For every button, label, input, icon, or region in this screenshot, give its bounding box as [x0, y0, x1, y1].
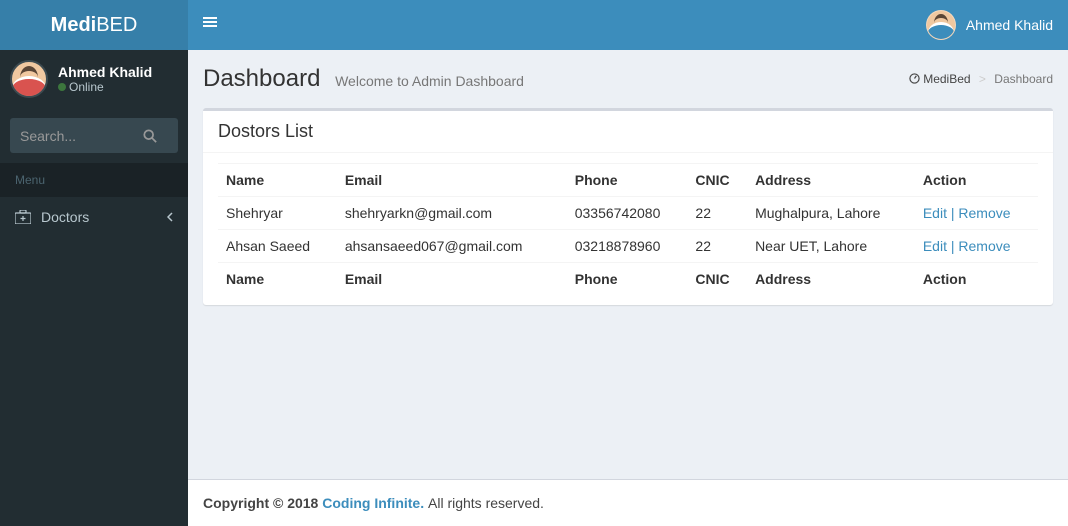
remove-link[interactable]: Remove: [958, 205, 1010, 221]
cell-phone: 03218878960: [567, 230, 688, 263]
tf-name: Name: [218, 263, 337, 296]
dashboard-icon: [909, 73, 920, 84]
footer: Copyright © 2018 Coding Infinite. All ri…: [188, 479, 1068, 526]
cell-cnic: 22: [687, 230, 747, 263]
tf-address: Address: [747, 263, 915, 296]
footer-link[interactable]: Coding Infinite.: [322, 495, 424, 511]
search-button[interactable]: [143, 118, 178, 153]
doctors-box: Dostors List Name Email Phone CNIC Addre…: [203, 108, 1053, 305]
cell-address: Mughalpura, Lahore: [747, 197, 915, 230]
tf-email: Email: [337, 263, 567, 296]
action-separator: |: [947, 238, 958, 254]
action-separator: |: [947, 205, 958, 221]
box-title: Dostors List: [203, 111, 1053, 153]
sidebar-user-name: Ahmed Khalid: [58, 64, 152, 80]
cell-name: Ahsan Saeed: [218, 230, 337, 263]
th-phone: Phone: [567, 164, 688, 197]
header-user-name: Ahmed Khalid: [966, 17, 1053, 33]
sidebar-item-label: Doctors: [41, 209, 89, 225]
sidebar-toggle[interactable]: [188, 0, 232, 44]
status-dot-icon: [58, 83, 66, 91]
cell-cnic: 22: [687, 197, 747, 230]
remove-link[interactable]: Remove: [958, 238, 1010, 254]
brand-logo[interactable]: MediBED: [0, 0, 188, 50]
cell-action: Edit | Remove: [915, 197, 1038, 230]
th-address: Address: [747, 164, 915, 197]
breadcrumb-separator: >: [974, 72, 991, 86]
table-row: Ahsan Saeedahsansaeed067@gmail.com032188…: [218, 230, 1038, 263]
user-status[interactable]: Online: [58, 80, 152, 94]
tf-cnic: CNIC: [687, 263, 747, 296]
cell-email: ahsansaeed067@gmail.com: [337, 230, 567, 263]
sidebar-user-panel: Ahmed Khalid Online: [0, 50, 188, 108]
page-title: Dashboard Welcome to Admin Dashboard: [203, 65, 524, 93]
brand-part2: BED: [96, 14, 137, 36]
medkit-icon: [15, 210, 33, 224]
th-action: Action: [915, 164, 1038, 197]
footer-copyright: Copyright © 2018: [203, 495, 322, 511]
chevron-left-icon: [167, 212, 173, 222]
page-subtitle: Welcome to Admin Dashboard: [335, 73, 524, 89]
doctors-table: Name Email Phone CNIC Address Action She…: [218, 163, 1038, 295]
cell-action: Edit | Remove: [915, 230, 1038, 263]
table-row: Shehryarshehryarkn@gmail.com033567420802…: [218, 197, 1038, 230]
search-icon: [143, 129, 178, 143]
edit-link[interactable]: Edit: [923, 205, 947, 221]
breadcrumb-home[interactable]: MediBed: [923, 72, 970, 86]
sidebar-item-doctors[interactable]: Doctors: [0, 197, 188, 237]
cell-address: Near UET, Lahore: [747, 230, 915, 263]
user-menu[interactable]: Ahmed Khalid: [911, 0, 1068, 50]
user-avatar-icon: [10, 60, 48, 98]
breadcrumb: MediBed > Dashboard: [909, 72, 1053, 86]
cell-name: Shehryar: [218, 197, 337, 230]
table-footer-row: Name Email Phone CNIC Address Action: [218, 263, 1038, 296]
breadcrumb-current: Dashboard: [994, 72, 1053, 86]
th-name: Name: [218, 164, 337, 197]
cell-email: shehryarkn@gmail.com: [337, 197, 567, 230]
table-header-row: Name Email Phone CNIC Address Action: [218, 164, 1038, 197]
user-avatar-icon: [926, 10, 956, 40]
footer-suffix: All rights reserved.: [428, 495, 544, 511]
th-cnic: CNIC: [687, 164, 747, 197]
tf-action: Action: [915, 263, 1038, 296]
cell-phone: 03356742080: [567, 197, 688, 230]
brand-part1: Medi: [51, 14, 97, 36]
menu-header: Menu: [0, 163, 188, 197]
th-email: Email: [337, 164, 567, 197]
edit-link[interactable]: Edit: [923, 238, 947, 254]
tf-phone: Phone: [567, 263, 688, 296]
bars-icon: [203, 15, 217, 29]
